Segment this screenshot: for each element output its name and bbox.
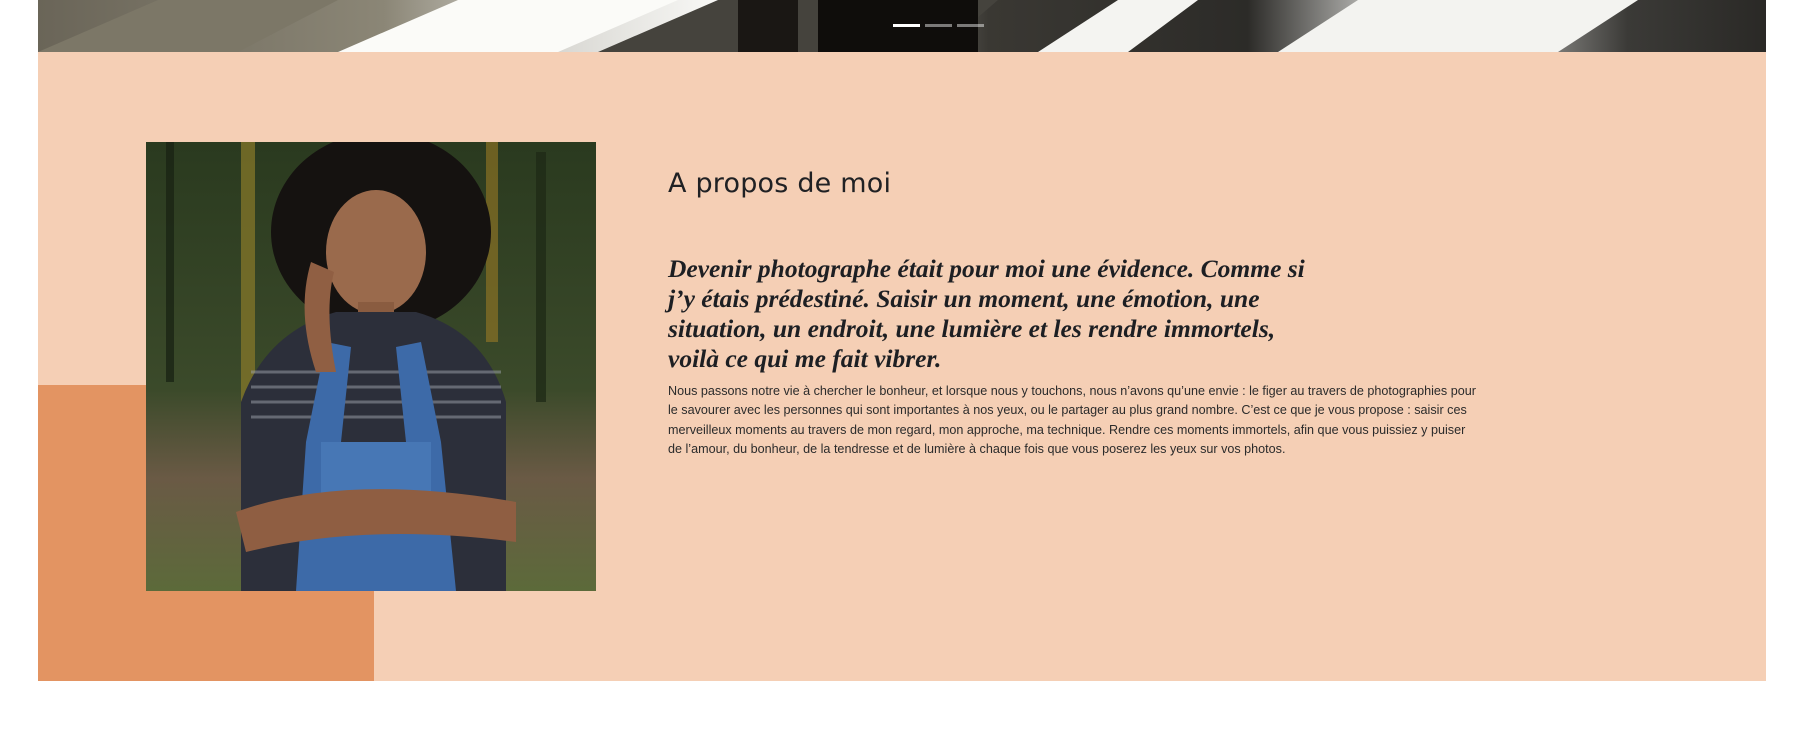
slider-dots — [893, 24, 984, 27]
slider-dot-3[interactable] — [957, 24, 984, 27]
profile-photo — [146, 142, 596, 591]
hero-slider[interactable] — [38, 0, 1766, 52]
about-title: A propos de moi — [668, 168, 892, 199]
about-section: A propos de moi Devenir photographe étai… — [38, 52, 1766, 681]
about-body-text: Nous passons notre vie à chercher le bon… — [668, 384, 1476, 456]
slider-dot-1[interactable] — [893, 24, 920, 27]
about-quote: Devenir photographe était pour moi une é… — [668, 254, 1305, 373]
slider-dot-2[interactable] — [925, 24, 952, 27]
